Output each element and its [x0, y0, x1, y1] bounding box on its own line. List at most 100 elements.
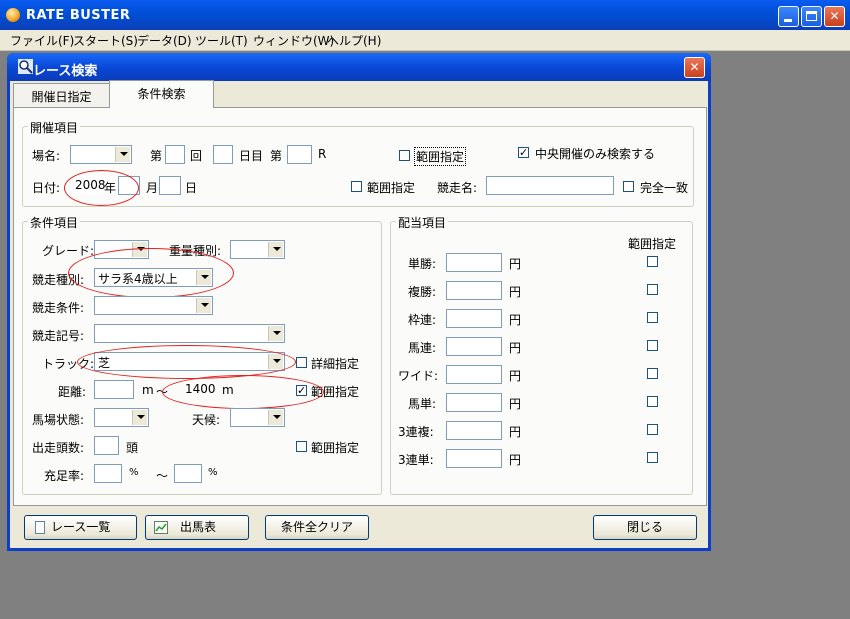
- close-icon: ✕: [829, 9, 840, 23]
- date-range-checkbox[interactable]: [351, 181, 362, 192]
- race-sign-select[interactable]: [94, 324, 285, 343]
- haito-row-input[interactable]: [446, 309, 502, 328]
- haito-row-range-checkbox[interactable]: [647, 312, 658, 323]
- fill-rate-from-input[interactable]: [94, 464, 122, 483]
- tab-condition-search[interactable]: 条件検索: [109, 80, 214, 108]
- clear-all-button[interactable]: 条件全クリア: [265, 515, 369, 540]
- distance-label: 距離:: [58, 385, 87, 399]
- nichime-input[interactable]: [213, 145, 233, 164]
- haito-row-label: ワイド:: [398, 369, 439, 383]
- haito-row-yen: 円: [509, 369, 522, 383]
- haito-row-input[interactable]: [446, 421, 502, 440]
- runners-range-checkbox[interactable]: [296, 441, 307, 452]
- haito-row-range-checkbox[interactable]: [647, 340, 658, 351]
- track-detail-checkbox[interactable]: [296, 357, 307, 368]
- haito-row-input[interactable]: [446, 449, 502, 468]
- haito-row-label: 枠連:: [408, 313, 437, 327]
- highlight-ellipse: [68, 248, 234, 298]
- haito-row-label: 3連単:: [398, 453, 434, 467]
- shutuba-button[interactable]: 出馬表: [145, 515, 249, 540]
- place-label: 場名:: [32, 149, 61, 163]
- haito-row-range-checkbox[interactable]: [647, 368, 658, 379]
- place-select[interactable]: [70, 145, 132, 164]
- runners-input[interactable]: [94, 436, 119, 455]
- highlight-ellipse: [77, 345, 296, 379]
- kaisai-range-checkbox[interactable]: [399, 150, 410, 161]
- day-input[interactable]: [159, 176, 181, 195]
- close-dialog-button[interactable]: 閉じる: [593, 515, 697, 540]
- fill-rate-pct1: %: [129, 467, 139, 478]
- chevron-down-icon: [132, 410, 147, 425]
- kaisai-range-label: 範囲指定: [414, 147, 467, 166]
- app-icon: [6, 8, 20, 22]
- haito-row-input[interactable]: [446, 253, 502, 272]
- haito-row-yen: 円: [509, 397, 522, 411]
- haito-row-range-checkbox[interactable]: [647, 396, 658, 407]
- race-list-label: レース一覧: [51, 520, 111, 534]
- fill-rate-to-input[interactable]: [174, 464, 202, 483]
- fill-rate-pct2: %: [208, 467, 218, 478]
- highlight-ellipse: [162, 375, 324, 409]
- search-icon: [18, 59, 33, 74]
- document-icon: [35, 521, 45, 534]
- fill-rate-tilde: ～: [156, 469, 169, 483]
- menu-file[interactable]: ファイル(F): [10, 32, 74, 49]
- dialog-close-button[interactable]: ✕: [684, 57, 705, 78]
- baba-label: 馬場状態:: [32, 413, 85, 427]
- app-titlebar[interactable]: RATE BUSTER ✕: [0, 0, 850, 30]
- haito-row-range-checkbox[interactable]: [647, 452, 658, 463]
- haito-row-yen: 円: [509, 425, 522, 439]
- menu-start[interactable]: スタート(S): [73, 32, 138, 49]
- distance-from-input[interactable]: [94, 380, 134, 399]
- weather-select[interactable]: [230, 408, 285, 427]
- kai-label: 回: [190, 149, 203, 163]
- race-no-input[interactable]: [287, 145, 312, 164]
- haito-row-yen: 円: [509, 341, 522, 355]
- haito-row-label: 複勝:: [408, 285, 437, 299]
- haito-row-label: 馬単:: [408, 397, 437, 411]
- haito-row-input[interactable]: [446, 337, 502, 356]
- fill-rate-label: 充足率:: [44, 469, 85, 483]
- menu-window[interactable]: ウィンドウ(W): [253, 32, 334, 49]
- dai-label: 第: [150, 149, 163, 163]
- menu-data[interactable]: データ(D): [137, 32, 192, 49]
- tab-kaisai-date[interactable]: 開催日指定: [13, 83, 110, 109]
- close-icon: ✕: [689, 60, 700, 74]
- race-name-input[interactable]: [486, 176, 614, 195]
- chevron-down-icon: [268, 410, 283, 425]
- haito-row-yen: 円: [509, 285, 522, 299]
- kai-input[interactable]: [165, 145, 185, 164]
- weight-select[interactable]: [230, 240, 285, 259]
- menu-help[interactable]: ヘルプ(H): [327, 32, 381, 49]
- haito-row-input[interactable]: [446, 281, 502, 300]
- menubar: ファイル(F) スタート(S) データ(D) ツール(T) ウィンドウ(W) ヘ…: [0, 30, 850, 51]
- chevron-down-icon: [115, 147, 130, 162]
- close-button[interactable]: ✕: [824, 6, 845, 27]
- maximize-button[interactable]: [801, 6, 822, 27]
- track-detail-label: 詳細指定: [311, 357, 360, 371]
- menu-tools[interactable]: ツール(T): [195, 32, 248, 49]
- haito-row-range-checkbox[interactable]: [647, 256, 658, 267]
- minimize-button[interactable]: [778, 6, 799, 27]
- minimize-icon: [784, 19, 792, 22]
- haito-row-yen: 円: [509, 313, 522, 327]
- distance-m1: m: [142, 383, 154, 397]
- haito-row-range-checkbox[interactable]: [647, 424, 658, 435]
- date-range-label: 範囲指定: [367, 181, 416, 195]
- kaisai-legend: 開催項目: [28, 119, 81, 136]
- joken-legend: 条件項目: [28, 214, 81, 231]
- haito-row-yen: 円: [509, 453, 522, 467]
- exact-match-checkbox[interactable]: [623, 181, 634, 192]
- race-cond-select[interactable]: [94, 296, 213, 315]
- race-list-button[interactable]: レース一覧: [24, 515, 137, 540]
- haito-row-range-checkbox[interactable]: [647, 284, 658, 295]
- haito-legend: 配当項目: [396, 214, 449, 231]
- runners-label: 出走頭数:: [32, 441, 85, 455]
- race-search-titlebar[interactable]: レース検索 ✕: [7, 53, 711, 81]
- dai2-label: 第: [270, 149, 283, 163]
- central-only-label: 中央開催のみ検索する: [535, 147, 656, 161]
- central-only-checkbox[interactable]: ✓: [518, 147, 529, 158]
- haito-row-input[interactable]: [446, 365, 502, 384]
- haito-row-input[interactable]: [446, 393, 502, 412]
- baba-select[interactable]: [94, 408, 149, 427]
